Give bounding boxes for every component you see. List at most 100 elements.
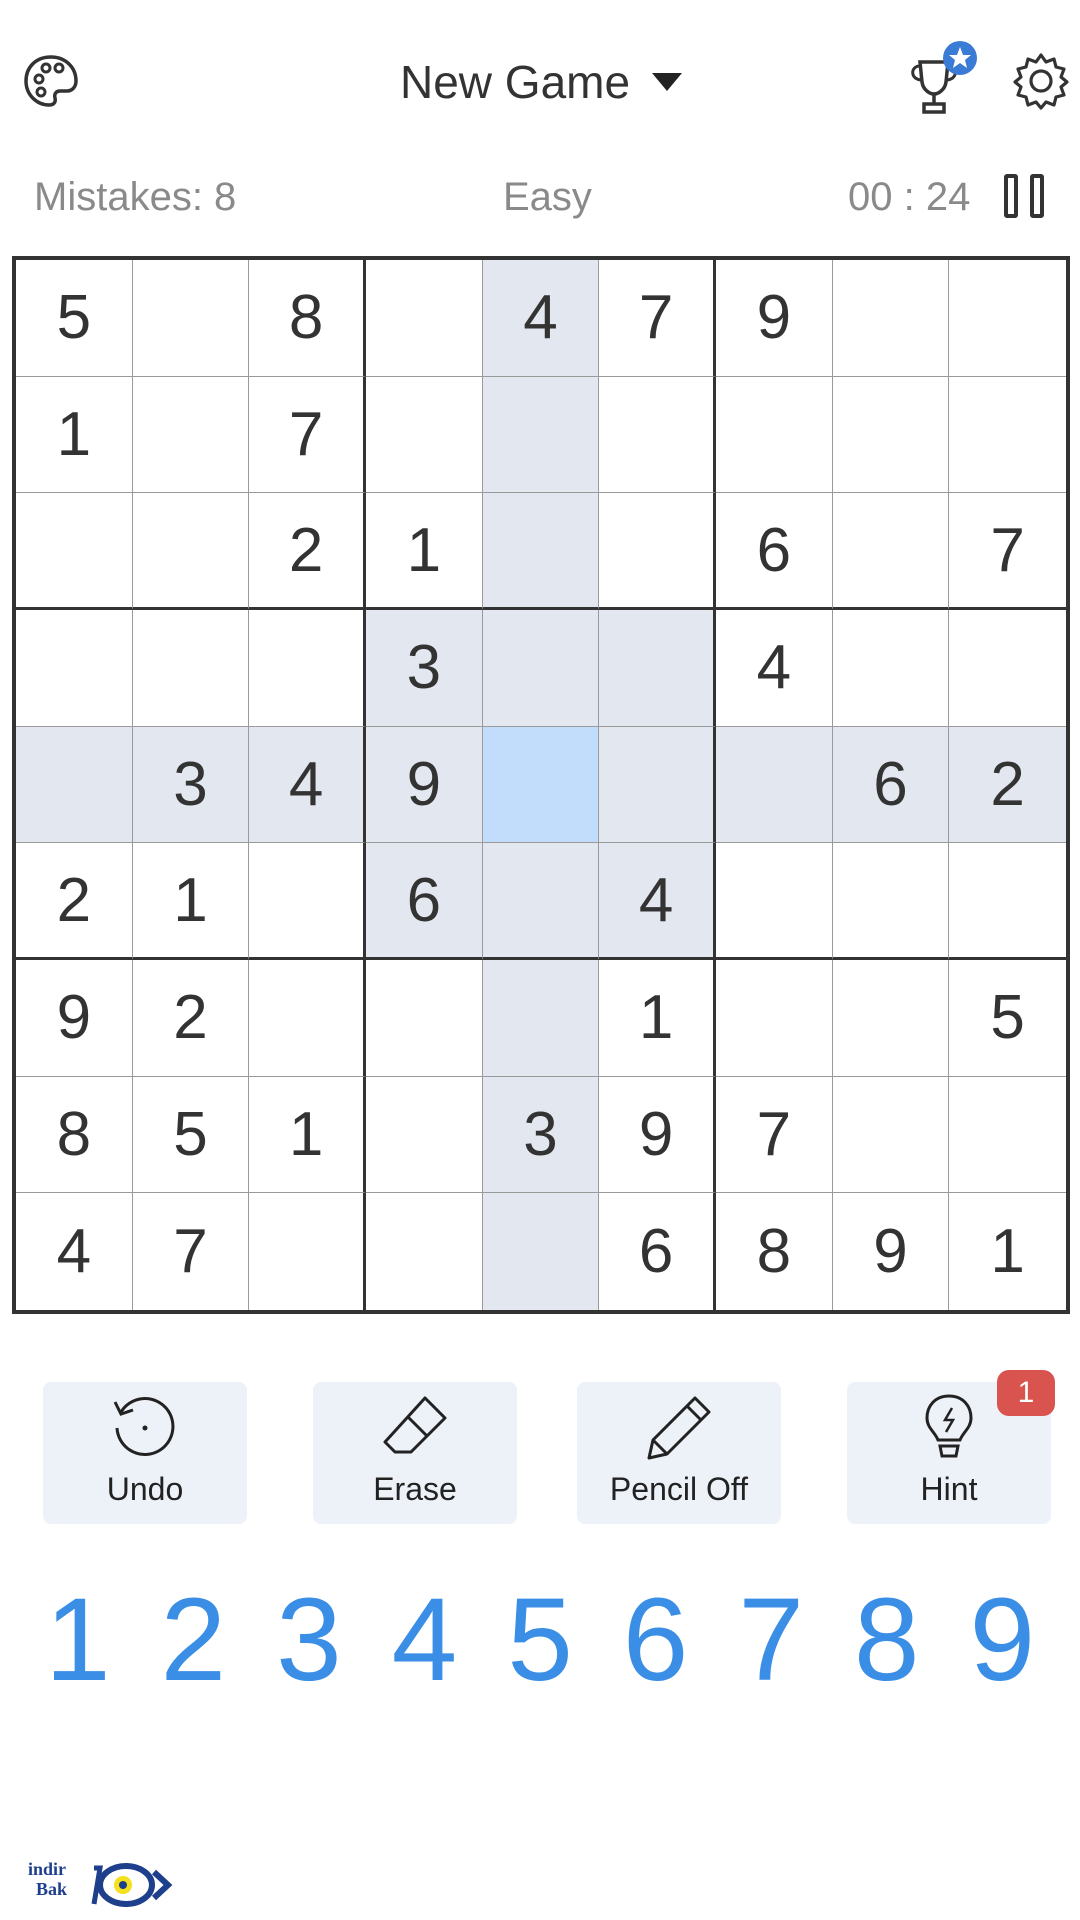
board-cell[interactable]: 3 xyxy=(132,726,250,844)
board-cell[interactable] xyxy=(715,726,833,844)
board-cell[interactable] xyxy=(832,959,950,1077)
number-button-2[interactable]: 2 xyxy=(136,1580,252,1700)
board-cell[interactable]: 8 xyxy=(249,260,366,377)
board-cell[interactable] xyxy=(16,493,133,610)
board-cell[interactable] xyxy=(832,260,950,377)
board-cell[interactable] xyxy=(132,376,250,494)
erase-button[interactable]: Erase xyxy=(313,1382,517,1524)
board-cell[interactable] xyxy=(949,260,1066,377)
board-cell[interactable]: 9 xyxy=(365,726,483,844)
board-cell[interactable] xyxy=(482,1193,600,1310)
board-cell[interactable] xyxy=(132,260,250,377)
board-cell[interactable] xyxy=(365,376,483,494)
board-cell[interactable]: 5 xyxy=(132,1076,250,1194)
board-cell[interactable]: 4 xyxy=(482,260,600,377)
board-cell[interactable] xyxy=(482,609,600,727)
board-cell[interactable]: 6 xyxy=(599,1193,716,1310)
pencil-button[interactable]: Pencil Off xyxy=(577,1382,781,1524)
board-cell[interactable] xyxy=(599,726,716,844)
board-cell[interactable] xyxy=(832,609,950,727)
board-cell[interactable] xyxy=(482,959,600,1077)
board-cell[interactable] xyxy=(482,726,600,844)
board-cell[interactable]: 9 xyxy=(832,1193,950,1310)
number-button-1[interactable]: 1 xyxy=(20,1580,136,1700)
board-cell[interactable] xyxy=(715,376,833,494)
board-cell[interactable] xyxy=(832,843,950,960)
board-cell[interactable] xyxy=(249,959,366,1077)
gear-icon[interactable] xyxy=(1008,48,1074,114)
eraser-icon xyxy=(375,1389,455,1467)
number-button-9[interactable]: 9 xyxy=(945,1580,1061,1700)
board-cell[interactable]: 4 xyxy=(249,726,366,844)
board-cell[interactable]: 9 xyxy=(599,1076,716,1194)
board-cell[interactable]: 3 xyxy=(482,1076,600,1194)
board-cell[interactable]: 1 xyxy=(365,493,483,610)
board-cell[interactable] xyxy=(482,493,600,610)
board-cell[interactable]: 1 xyxy=(599,959,716,1077)
board-cell[interactable] xyxy=(16,609,133,727)
pause-button[interactable] xyxy=(1004,174,1050,218)
board-cell[interactable]: 8 xyxy=(715,1193,833,1310)
board-cell[interactable] xyxy=(715,843,833,960)
board-cell[interactable] xyxy=(365,260,483,377)
board-cell[interactable] xyxy=(365,1193,483,1310)
number-button-5[interactable]: 5 xyxy=(482,1580,598,1700)
board-cell[interactable]: 8 xyxy=(16,1076,133,1194)
board-cell[interactable] xyxy=(365,1076,483,1194)
board-cell[interactable] xyxy=(249,843,366,960)
board-cell[interactable]: 7 xyxy=(249,376,366,494)
board-cell[interactable]: 4 xyxy=(715,609,833,727)
new-game-dropdown[interactable]: New Game xyxy=(400,52,683,112)
board-cell[interactable] xyxy=(832,493,950,610)
hint-count-badge: 1 xyxy=(997,1370,1055,1416)
board-cell[interactable] xyxy=(832,376,950,494)
board-cell[interactable]: 2 xyxy=(949,726,1066,844)
board-cell[interactable]: 2 xyxy=(249,493,366,610)
number-button-6[interactable]: 6 xyxy=(598,1580,714,1700)
board-cell[interactable] xyxy=(949,609,1066,727)
trophy-star-icon[interactable] xyxy=(900,40,980,120)
board-cell[interactable] xyxy=(949,843,1066,960)
board-cell[interactable]: 6 xyxy=(365,843,483,960)
board-cell[interactable] xyxy=(949,376,1066,494)
board-cell[interactable] xyxy=(599,493,716,610)
board-cell[interactable]: 7 xyxy=(132,1193,250,1310)
board-cell[interactable]: 1 xyxy=(949,1193,1066,1310)
board-cell[interactable]: 4 xyxy=(599,843,716,960)
board-cell[interactable]: 7 xyxy=(949,493,1066,610)
board-cell[interactable] xyxy=(599,376,716,494)
board-cell[interactable]: 1 xyxy=(16,376,133,494)
board-cell[interactable]: 1 xyxy=(132,843,250,960)
number-button-7[interactable]: 7 xyxy=(713,1580,829,1700)
number-button-3[interactable]: 3 xyxy=(251,1580,367,1700)
board-cell[interactable]: 5 xyxy=(949,959,1066,1077)
number-button-4[interactable]: 4 xyxy=(367,1580,483,1700)
board-cell[interactable]: 9 xyxy=(715,260,833,377)
board-cell[interactable]: 7 xyxy=(715,1076,833,1194)
board-cell[interactable]: 6 xyxy=(715,493,833,610)
board-cell[interactable]: 2 xyxy=(16,843,133,960)
board-cell[interactable] xyxy=(249,1193,366,1310)
board-cell[interactable]: 5 xyxy=(16,260,133,377)
board-cell[interactable] xyxy=(132,609,250,727)
board-cell[interactable] xyxy=(249,609,366,727)
board-cell[interactable]: 6 xyxy=(832,726,950,844)
board-cell[interactable] xyxy=(482,843,600,960)
number-button-8[interactable]: 8 xyxy=(829,1580,945,1700)
board-cell[interactable] xyxy=(599,609,716,727)
board-cell[interactable]: 4 xyxy=(16,1193,133,1310)
board-cell[interactable] xyxy=(482,376,600,494)
board-cell[interactable] xyxy=(132,493,250,610)
board-cell[interactable] xyxy=(16,726,133,844)
board-cell[interactable]: 2 xyxy=(132,959,250,1077)
undo-button[interactable]: Undo xyxy=(43,1382,247,1524)
palette-icon[interactable] xyxy=(18,48,84,114)
board-cell[interactable]: 9 xyxy=(16,959,133,1077)
board-cell[interactable] xyxy=(949,1076,1066,1194)
board-cell[interactable]: 1 xyxy=(249,1076,366,1194)
board-cell[interactable] xyxy=(365,959,483,1077)
board-cell[interactable]: 3 xyxy=(365,609,483,727)
board-cell[interactable]: 7 xyxy=(599,260,716,377)
board-cell[interactable] xyxy=(832,1076,950,1194)
board-cell[interactable] xyxy=(715,959,833,1077)
